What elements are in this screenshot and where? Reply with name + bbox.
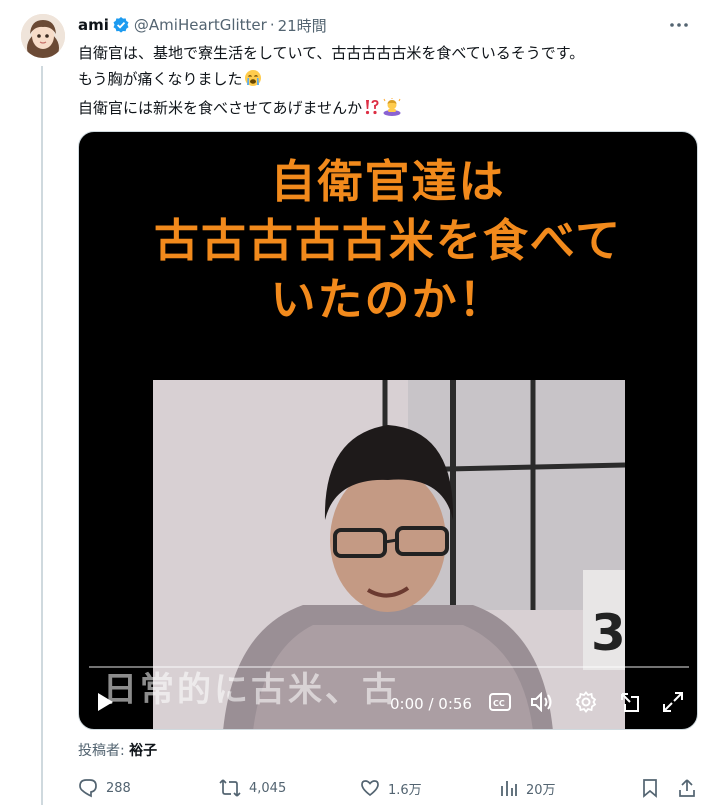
captions-button[interactable]: CC [488,690,512,714]
posted-by-label: 投稿者: [78,743,125,759]
fullscreen-icon [663,692,683,712]
caption-line-3: いたのか！ [270,273,506,326]
bookmark-button[interactable] [642,778,666,798]
verified-badge-icon [112,16,130,34]
posted-by: 投稿者: 裕子 [78,740,157,760]
tweet-actions: 288 4,045 1.6万 20万 [78,778,698,800]
thread-line [41,66,43,805]
tweet-line-2: もう胸が痛くなりました [78,66,693,95]
volume-button[interactable] [530,690,554,714]
repost-icon [219,779,241,797]
views-count: 20万 [526,782,556,798]
fullscreen-button[interactable] [661,690,685,714]
tweet-line-1: 自衛官は、基地で寮生活をしていて、古古古古古米を食べているそうです。 [78,44,585,62]
reply-icon [79,779,97,798]
handle[interactable]: @AmiHeartGlitter [134,16,267,34]
svg-text:CC: CC [493,699,505,708]
tweet-line-2-text: もう胸が痛くなりました [78,70,243,88]
settings-button[interactable] [574,690,598,714]
avatar-image [21,14,65,58]
reply-button[interactable]: 288 [78,778,131,798]
tweet-header: ami @AmiHeartGlitter · 21時間 [78,14,327,36]
display-name[interactable]: ami [78,16,109,34]
person-bowing-icon [382,98,402,124]
gear-icon [575,691,597,713]
video-caption: 自衛官達は 古古古古古米を食べて いたのか！ [79,152,697,329]
tweet-line-3: 自衛官には新米を食べさせてあげませんか [78,95,693,124]
pop-out-icon [621,693,639,712]
closed-captions-icon: CC [489,693,511,711]
repost-count: 4,045 [249,780,287,796]
avatar[interactable] [21,14,65,58]
pop-out-button[interactable] [618,690,642,714]
volume-icon [531,692,552,712]
exclamation-question-icon [363,98,381,124]
video-time: 0:00 / 0:56 [390,695,472,713]
video-player[interactable]: 自衛官達は 古古古古古米を食べて いたのか！ 3 日常的に古米、古 0:00 /… [78,131,698,730]
tweet-text: 自衛官は、基地で寮生活をしていて、古古古古古米を食べているそうです。 もう胸が痛… [78,40,693,124]
views-button[interactable]: 20万 [500,778,556,798]
svg-text:3: 3 [591,604,625,662]
heart-icon [361,780,379,797]
repost-button[interactable]: 4,045 [219,778,286,798]
crying-face-icon [244,69,262,95]
share-icon [679,779,695,797]
reply-count: 288 [106,780,131,796]
caption-line-2: 古古古古古米を食べて [153,214,623,267]
play-icon [98,693,113,711]
video-controls: 0:00 / 0:56 CC [79,680,697,722]
more-options-icon[interactable] [668,14,690,36]
tweet-line-3-text: 自衛官には新米を食べさせてあげませんか [78,99,363,117]
caption-line-1: 自衛官達は [270,155,506,208]
posted-by-name[interactable]: 裕子 [129,743,157,759]
bookmark-icon [643,779,657,798]
like-count: 1.6万 [388,782,422,798]
timestamp[interactable]: 21時間 [278,15,327,36]
video-progress-bar[interactable] [89,666,689,668]
share-button[interactable] [678,778,704,798]
views-chart-icon [501,781,517,796]
play-button[interactable] [93,690,117,714]
separator-dot: · [269,16,275,34]
like-button[interactable]: 1.6万 [360,778,422,798]
